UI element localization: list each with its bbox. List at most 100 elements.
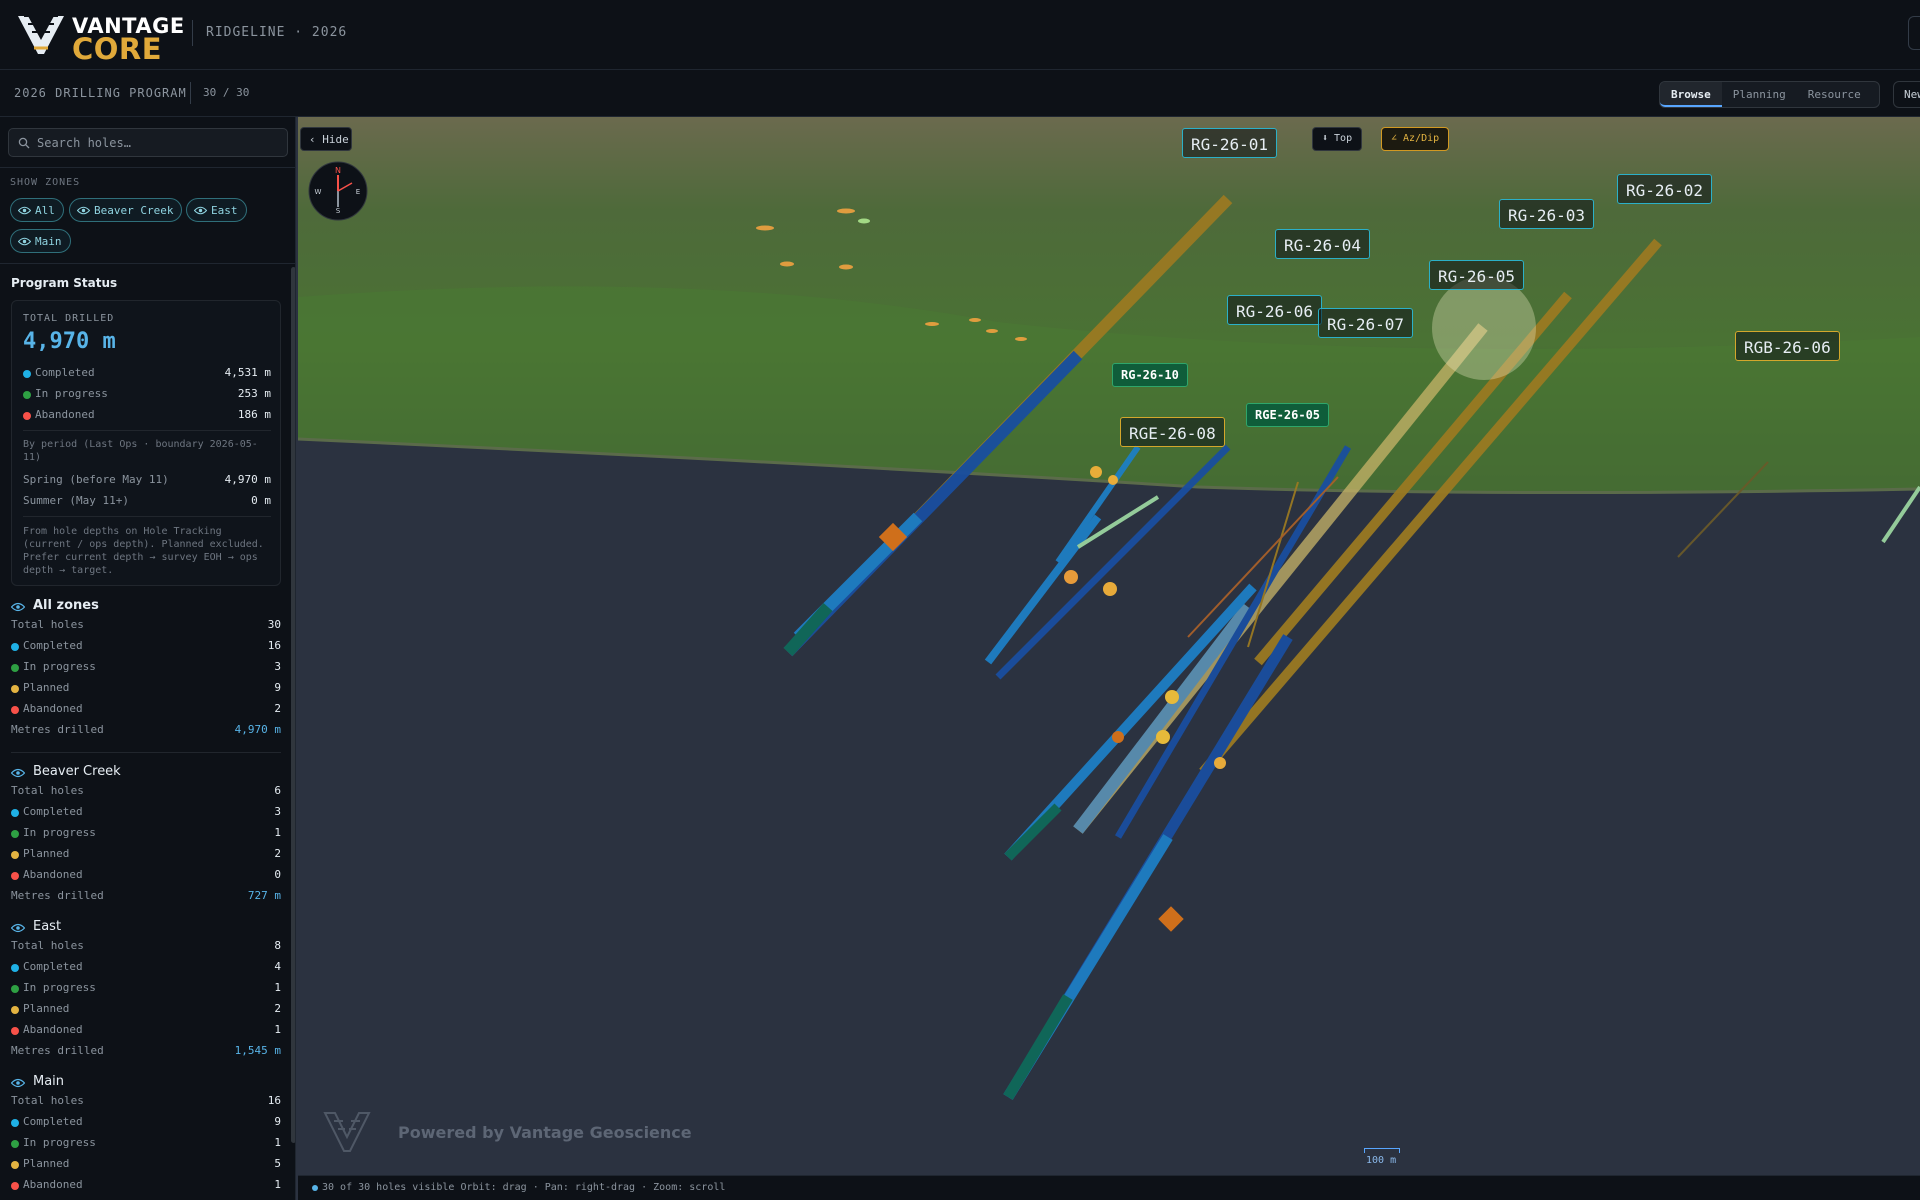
row-label: Completed [23, 805, 83, 818]
logo-text-core: CORE [72, 32, 163, 66]
vantage-core-logo[interactable]: VANTAGE CORE [14, 10, 184, 66]
row-value: 3 [274, 660, 281, 673]
header-divider [192, 20, 193, 46]
eye-icon [11, 602, 25, 612]
hole-label-rg-26-04[interactable]: RG-26-04 [1275, 229, 1371, 259]
zone-name: All zones [33, 598, 99, 613]
zone-row-completed: Completed 4 [11, 960, 281, 976]
zone-name: Beaver Creek [33, 764, 121, 779]
row-value: 2 [274, 1002, 281, 1015]
row-label: Completed [23, 1115, 83, 1128]
planned-dot-icon [11, 685, 19, 693]
vantage-watermark-icon [323, 1112, 371, 1152]
collar-marker [837, 208, 855, 214]
row-value: 8 [274, 939, 281, 952]
zone-row-in-progress: In progress 1 [11, 1136, 281, 1152]
row-label: Total holes [11, 1094, 84, 1107]
intercept-2 [1108, 475, 1118, 485]
row-label: Metres drilled [11, 1044, 104, 1057]
hole-label-rg-26-02[interactable]: RG-26-02 [1617, 174, 1713, 204]
search-icon [18, 137, 30, 149]
tab-browse[interactable]: Browse [1660, 82, 1722, 107]
view-top-button[interactable]: ⬇ Top [1312, 127, 1363, 151]
zone-chip-label: All [35, 204, 55, 217]
row-value: 186 m [237, 408, 271, 421]
row-label: Total holes [11, 784, 84, 797]
hide-sidebar-button[interactable]: ‹ Hide [300, 127, 352, 151]
row-label: In progress [23, 826, 96, 839]
trace-rg-26-07-toe [1004, 803, 1062, 861]
zone-row-abandoned: Abandoned 1 [11, 1023, 281, 1039]
hole-label-rg-26-07[interactable]: RG-26-07 [1318, 308, 1414, 338]
in-progress-dot-icon [11, 985, 19, 993]
hole-label-rge-26-05[interactable]: RGE-26-05 [1246, 403, 1330, 427]
row-label: In progress [23, 981, 96, 994]
hole-label-rgb-26-06[interactable]: RGB-26-06 [1735, 331, 1840, 361]
collar-marker [839, 264, 853, 270]
zone-divider [11, 752, 281, 753]
zone-chip-beaver-creek[interactable]: Beaver Creek [69, 198, 183, 222]
scale-bar: 100 m [1364, 1148, 1400, 1168]
zone-row-completed: Completed 9 [11, 1115, 281, 1131]
collar-marker [925, 322, 939, 326]
in-progress-dot-icon [11, 1140, 19, 1148]
abandoned-dot-icon [11, 706, 19, 714]
row-label: Planned [23, 847, 70, 860]
row-value: 1 [274, 826, 281, 839]
sidebar-scrollbar[interactable] [291, 267, 295, 1143]
zone-row-planned: Planned 5 [11, 1157, 281, 1173]
row-value: 16 [267, 639, 281, 652]
row-label: Planned [23, 1157, 70, 1170]
intercept-1 [1090, 466, 1102, 478]
top-header: VANTAGE CORE RIDGELINE · 2026 [0, 0, 1920, 70]
row-value: 0 [274, 868, 281, 881]
period-row-summer: Summer (May 11+) 0 m [23, 494, 271, 510]
row-value: 4,531 m [224, 366, 271, 379]
drillhole-scene[interactable] [298, 117, 1920, 1175]
hole-label-rg-26-03[interactable]: RG-26-03 [1499, 199, 1595, 229]
hole-label-rge-26-08[interactable]: RGE-26-08 [1120, 417, 1225, 447]
row-label: In progress [35, 387, 108, 400]
collar-marker [858, 218, 870, 224]
total-drilled-label: TOTAL DRILLED [23, 313, 115, 324]
intercept-7 [1214, 757, 1226, 769]
tab-resource[interactable]: Resource [1797, 82, 1872, 107]
new-button[interactable]: New [1893, 81, 1920, 108]
compass-icon[interactable]: N S E W [308, 161, 368, 221]
selection-highlight [1432, 276, 1536, 380]
abandoned-dot-icon [11, 1182, 19, 1190]
header-menu-button[interactable] [1908, 16, 1920, 50]
collar-marker [986, 329, 998, 333]
zone-chip-east[interactable]: East [186, 198, 247, 222]
program-title: 2026 DRILLING PROGRAM [14, 86, 187, 100]
hole-label-rg-26-06[interactable]: RG-26-06 [1227, 295, 1323, 325]
3d-viewport[interactable]: ‹ Hide N S E W ⬇ Top ∠ Az/Dip RG-26-01 R… [298, 117, 1920, 1175]
view-azdip-button[interactable]: ∠ Az/Dip [1381, 127, 1450, 151]
row-value: 2 [274, 847, 281, 860]
hole-label-rg-26-05[interactable]: RG-26-05 [1429, 260, 1525, 290]
trace-east [1881, 485, 1920, 544]
completed-dot-icon [11, 1119, 19, 1127]
zone-chip-main[interactable]: Main [10, 229, 71, 253]
row-label: Summer (May 11+) [23, 494, 129, 507]
search-input[interactable] [37, 133, 277, 153]
tab-planning[interactable]: Planning [1722, 82, 1797, 107]
intercept-6 [1156, 730, 1170, 744]
compass-s: S [336, 207, 341, 215]
eye-icon [18, 206, 31, 215]
eye-icon [77, 206, 90, 215]
row-label: Abandoned [23, 702, 83, 715]
zone-chip-all[interactable]: All [10, 198, 64, 222]
row-value: 253 m [237, 387, 271, 400]
zone-name: Main [33, 1074, 65, 1089]
eye-icon [18, 237, 31, 246]
collar-marker [756, 225, 774, 231]
sidebar: SHOW ZONES All Beaver Creek East Main Pr… [0, 117, 296, 1200]
zone-row-planned: Planned 9 [11, 681, 281, 697]
program-status-title: Program Status [11, 276, 118, 290]
row-value: 6 [274, 784, 281, 797]
hole-label-rg-26-01[interactable]: RG-26-01 [1182, 128, 1278, 158]
abandoned-dot-icon [11, 1027, 19, 1035]
hole-label-rg-26-10[interactable]: RG-26-10 [1112, 363, 1188, 387]
zone-row-in-progress: In progress 1 [11, 826, 281, 842]
